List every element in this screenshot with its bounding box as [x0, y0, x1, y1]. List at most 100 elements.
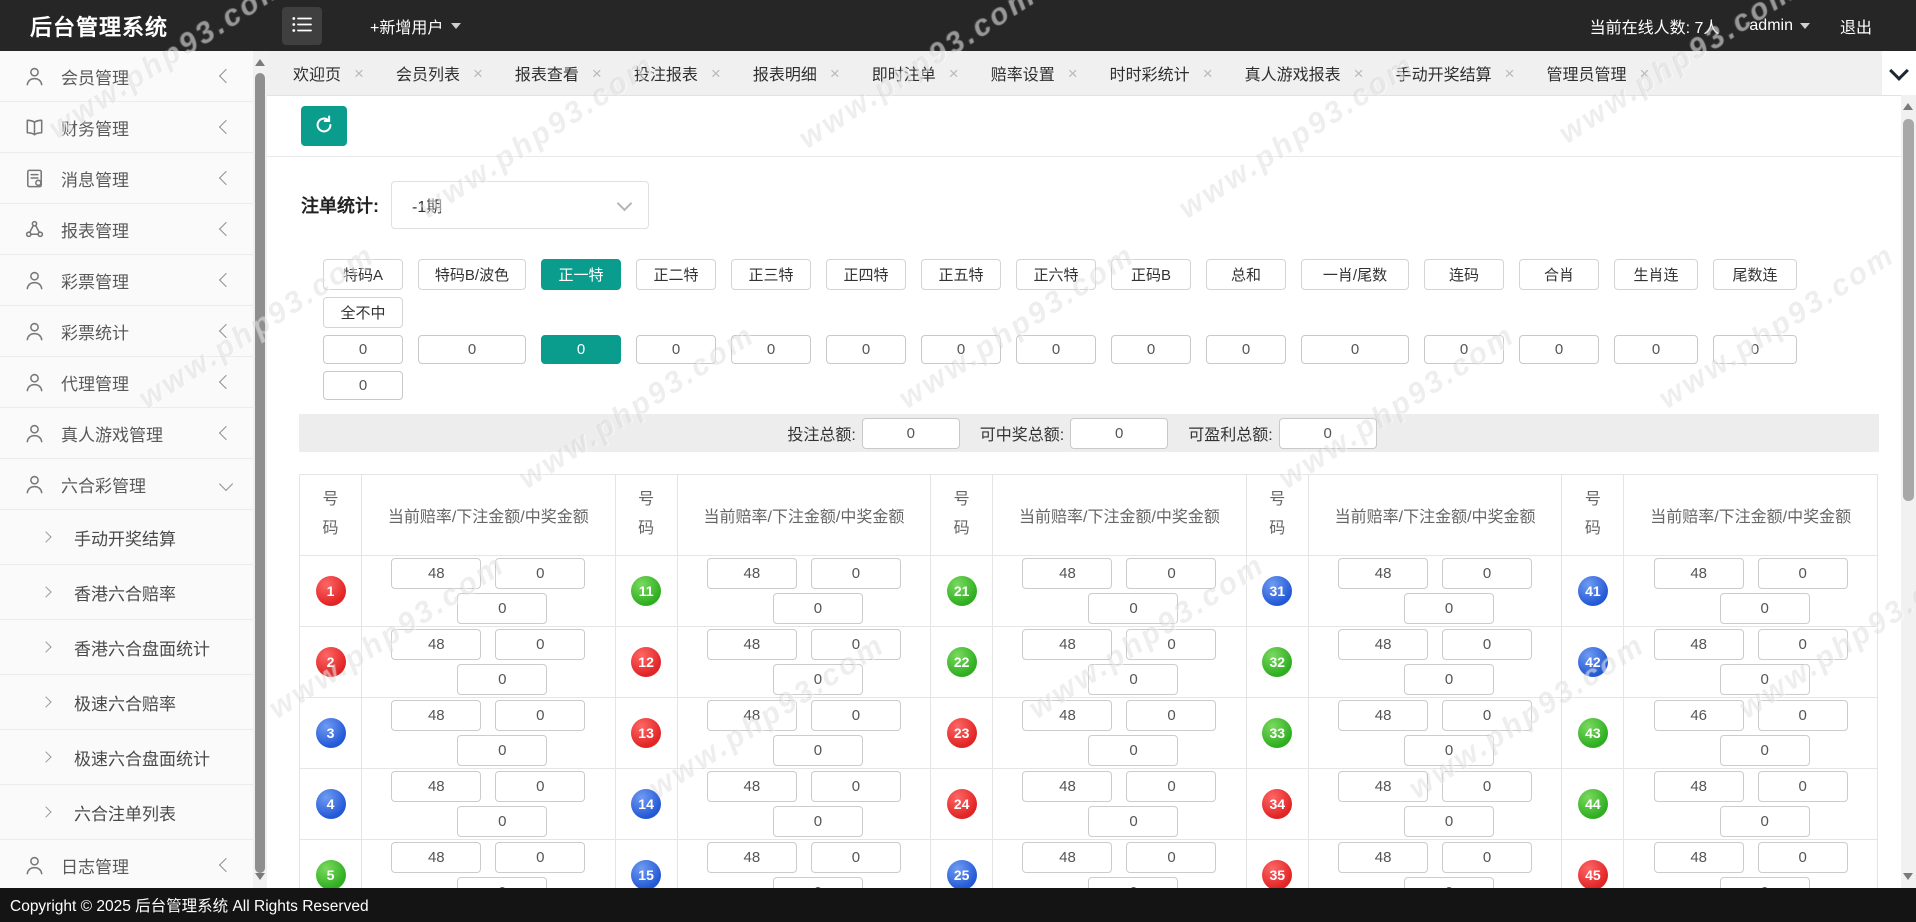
odds-input[interactable] [391, 629, 481, 660]
bet-type-amount-input[interactable] [1016, 335, 1096, 364]
tab[interactable]: 投注报表 × [618, 51, 737, 95]
win-amount-input[interactable] [1720, 806, 1810, 837]
odds-input[interactable] [391, 771, 481, 802]
win-amount-input[interactable] [773, 806, 863, 837]
win-amount-input[interactable] [1404, 735, 1494, 766]
page-scrollbar-thumb[interactable] [1903, 119, 1914, 501]
bet-amount-input[interactable] [1126, 558, 1216, 589]
win-amount-input[interactable] [1720, 735, 1810, 766]
odds-input[interactable] [707, 842, 797, 873]
bet-type-button[interactable]: 正码B [1111, 259, 1191, 290]
odds-input[interactable] [1338, 629, 1428, 660]
refresh-button[interactable] [301, 106, 347, 146]
bet-amount-input[interactable] [1758, 700, 1848, 731]
win-amount-input[interactable] [457, 593, 547, 624]
tab-close-icon[interactable]: × [354, 65, 364, 82]
bet-type-button[interactable]: 总和 [1206, 259, 1286, 290]
sidebar-item[interactable]: 六合注单列表 [0, 785, 253, 840]
page-scrollbar[interactable] [1901, 95, 1916, 888]
bet-type-amount-input[interactable] [826, 335, 906, 364]
bet-type-button[interactable]: 正一特 [541, 259, 621, 290]
win-amount-input[interactable] [1720, 593, 1810, 624]
bet-type-button[interactable]: 正四特 [826, 259, 906, 290]
sidebar-item[interactable]: 真人游戏管理 [0, 408, 253, 459]
bet-amount-input[interactable] [811, 771, 901, 802]
bet-amount-input[interactable] [495, 558, 585, 589]
tab-close-icon[interactable]: × [1505, 65, 1515, 82]
scroll-up-icon[interactable] [1903, 103, 1913, 110]
sidebar-item[interactable]: 六合彩管理 [0, 459, 253, 510]
tab[interactable]: 即时注单 × [856, 51, 975, 95]
sidebar-item[interactable]: 香港六合赔率 [0, 565, 253, 620]
bet-type-amount-input[interactable] [921, 335, 1001, 364]
odds-input[interactable] [707, 629, 797, 660]
bet-amount-input[interactable] [1442, 558, 1532, 589]
tab-close-icon[interactable]: × [473, 65, 483, 82]
odds-input[interactable] [1022, 771, 1112, 802]
bet-amount-input[interactable] [495, 629, 585, 660]
win-amount-input[interactable] [1088, 735, 1178, 766]
total-win-input[interactable] [1070, 418, 1168, 449]
odds-input[interactable] [707, 558, 797, 589]
sidebar-item[interactable]: 消息管理 [0, 153, 253, 204]
bet-amount-input[interactable] [811, 842, 901, 873]
bet-type-button[interactable]: 连码 [1424, 259, 1504, 290]
bet-type-amount-input[interactable] [323, 335, 403, 364]
bet-type-button[interactable]: 生肖连 [1614, 259, 1698, 290]
bet-type-button[interactable]: 一肖/尾数 [1301, 259, 1409, 290]
scroll-down-icon[interactable] [255, 873, 265, 880]
bet-type-amount-input[interactable] [418, 335, 526, 364]
sidebar-item[interactable]: 会员管理 [0, 51, 253, 102]
bet-amount-input[interactable] [1126, 629, 1216, 660]
scroll-down-icon[interactable] [1903, 873, 1913, 880]
odds-input[interactable] [1022, 700, 1112, 731]
tab[interactable]: 赔率设置 × [975, 51, 1094, 95]
win-amount-input[interactable] [457, 877, 547, 888]
total-bet-input[interactable] [862, 418, 960, 449]
odds-input[interactable] [1654, 771, 1744, 802]
win-amount-input[interactable] [1088, 806, 1178, 837]
tab-close-icon[interactable]: × [949, 65, 959, 82]
bet-amount-input[interactable] [1442, 842, 1532, 873]
odds-input[interactable] [707, 700, 797, 731]
total-profit-input[interactable] [1279, 418, 1377, 449]
tab[interactable]: 管理员管理 × [1531, 51, 1666, 95]
bet-amount-input[interactable] [1758, 842, 1848, 873]
win-amount-input[interactable] [1720, 664, 1810, 695]
bet-amount-input[interactable] [495, 700, 585, 731]
new-user-dropdown[interactable]: +新增用户 [370, 14, 461, 38]
tab-close-icon[interactable]: × [1640, 65, 1650, 82]
bet-type-button[interactable]: 特码B/波色 [418, 259, 526, 290]
win-amount-input[interactable] [773, 877, 863, 888]
win-amount-input[interactable] [1088, 877, 1178, 888]
user-menu-dropdown[interactable]: admin [1749, 17, 1810, 35]
tab-close-icon[interactable]: × [711, 65, 721, 82]
win-amount-input[interactable] [1088, 664, 1178, 695]
win-amount-input[interactable] [1088, 593, 1178, 624]
period-select[interactable]: -1期 [391, 181, 649, 229]
tab[interactable]: 报表查看 × [499, 51, 618, 95]
sidebar-item[interactable]: 手动开奖结算 [0, 510, 253, 565]
sidebar-item[interactable]: 财务管理 [0, 102, 253, 153]
tab-close-icon[interactable]: × [1354, 65, 1364, 82]
bet-type-amount-input[interactable] [1519, 335, 1599, 364]
odds-input[interactable] [1338, 771, 1428, 802]
bet-amount-input[interactable] [1126, 842, 1216, 873]
tab[interactable]: 真人游戏报表 × [1229, 51, 1380, 95]
odds-input[interactable] [391, 842, 481, 873]
sidebar-item[interactable]: 彩票统计 [0, 306, 253, 357]
odds-input[interactable] [391, 558, 481, 589]
bet-type-amount-input[interactable] [1206, 335, 1286, 364]
win-amount-input[interactable] [1404, 593, 1494, 624]
tab-close-icon[interactable]: × [830, 65, 840, 82]
logout-button[interactable]: 退出 [1840, 14, 1872, 38]
tab[interactable]: 手动开奖结算 × [1380, 51, 1531, 95]
scroll-up-icon[interactable] [255, 59, 265, 66]
bet-type-button[interactable]: 正五特 [921, 259, 1001, 290]
bet-amount-input[interactable] [495, 771, 585, 802]
bet-type-amount-input[interactable] [541, 335, 621, 364]
sidebar-item[interactable]: 极速六合盘面统计 [0, 730, 253, 785]
tab[interactable]: 欢迎页 × [277, 51, 380, 95]
win-amount-input[interactable] [1720, 877, 1810, 888]
bet-amount-input[interactable] [811, 700, 901, 731]
